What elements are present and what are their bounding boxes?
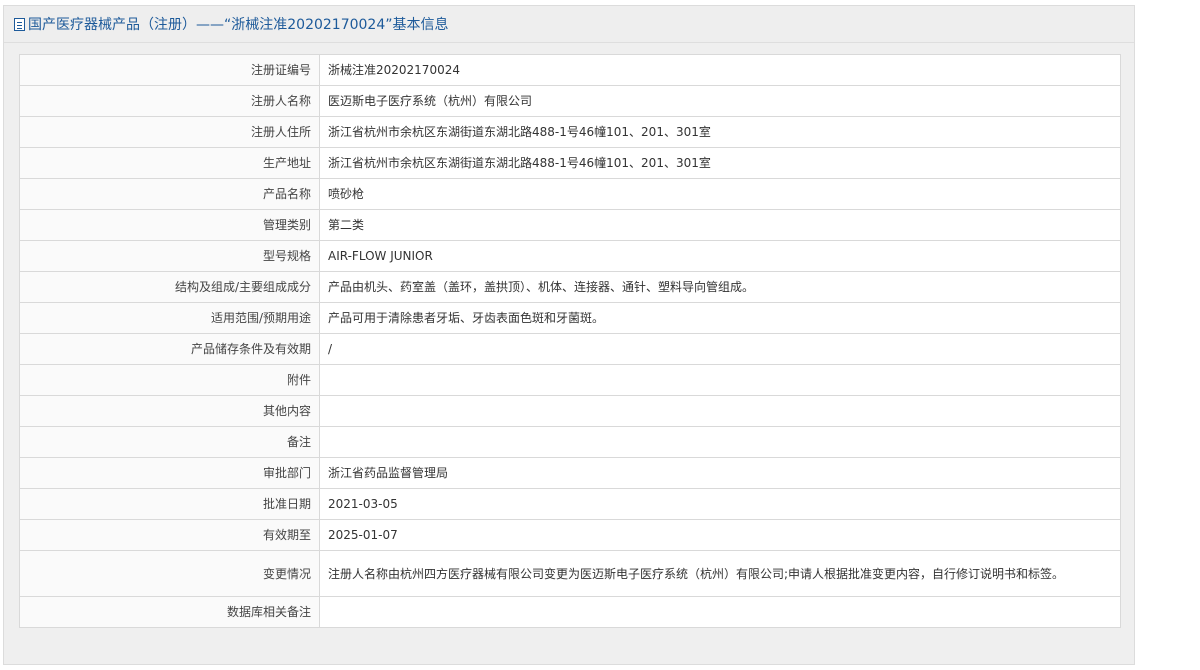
- info-panel: 国产医疗器械产品（注册）——“浙械注准20202170024”基本信息 注册证编…: [3, 5, 1135, 665]
- table-row: 生产地址 浙江省杭州市余杭区东湖街道东湖北路488-1号46幢101、201、30…: [19, 147, 1121, 179]
- row-value: 医迈斯电子医疗系统（杭州）有限公司: [319, 85, 1121, 117]
- table-row: 其他内容: [19, 395, 1121, 427]
- row-value: 浙械注准20202170024: [319, 54, 1121, 86]
- row-value: 浙江省杭州市余杭区东湖街道东湖北路488-1号46幢101、201、301室: [319, 116, 1121, 148]
- row-value: [319, 395, 1121, 427]
- table-row: 数据库相关备注: [19, 596, 1121, 628]
- row-label: 批准日期: [19, 488, 320, 520]
- table-row: 产品储存条件及有效期 /: [19, 333, 1121, 365]
- row-value: /: [319, 333, 1121, 365]
- row-value: AIR-FLOW JUNIOR: [319, 240, 1121, 272]
- row-value: 2025-01-07: [319, 519, 1121, 551]
- row-label: 其他内容: [19, 395, 320, 427]
- row-value: 产品由机头、药室盖（盖环，盖拱顶）、机体、连接器、通针、塑料导向管组成。: [319, 271, 1121, 303]
- row-label: 型号规格: [19, 240, 320, 272]
- row-label: 产品名称: [19, 178, 320, 210]
- row-label: 注册人住所: [19, 116, 320, 148]
- info-table-container: 注册证编号 浙械注准20202170024 注册人名称 医迈斯电子医疗系统（杭州）有…: [19, 54, 1121, 628]
- row-value: 浙江省杭州市余杭区东湖街道东湖北路488-1号46幢101、201、301室: [319, 147, 1121, 179]
- row-value: [319, 364, 1121, 396]
- table-row: 结构及组成/主要组成成分 产品由机头、药室盖（盖环，盖拱顶）、机体、连接器、通针、…: [19, 271, 1121, 303]
- document-icon: [14, 17, 25, 31]
- row-label: 管理类别: [19, 209, 320, 241]
- table-row: 变更情况 注册人名称由杭州四方医疗器械有限公司变更为医迈斯电子医疗系统（杭州）有限…: [19, 550, 1121, 597]
- table-row: 注册证编号 浙械注准20202170024: [19, 54, 1121, 86]
- row-value: 产品可用于清除患者牙垢、牙齿表面色斑和牙菌斑。: [319, 302, 1121, 334]
- row-label: 有效期至: [19, 519, 320, 551]
- table-row: 产品名称 喷砂枪: [19, 178, 1121, 210]
- row-label: 注册人名称: [19, 85, 320, 117]
- row-label: 适用范围/预期用途: [19, 302, 320, 334]
- row-value: 第二类: [319, 209, 1121, 241]
- table-row: 适用范围/预期用途 产品可用于清除患者牙垢、牙齿表面色斑和牙菌斑。: [19, 302, 1121, 334]
- row-value: [319, 426, 1121, 458]
- row-value: 浙江省药品监督管理局: [319, 457, 1121, 489]
- row-label: 结构及组成/主要组成成分: [19, 271, 320, 303]
- table-row: 备注: [19, 426, 1121, 458]
- table-row: 注册人名称 医迈斯电子医疗系统（杭州）有限公司: [19, 85, 1121, 117]
- row-value: [319, 596, 1121, 628]
- row-label: 产品储存条件及有效期: [19, 333, 320, 365]
- panel-header: 国产医疗器械产品（注册）——“浙械注准20202170024”基本信息: [4, 6, 1134, 43]
- row-value: 2021-03-05: [319, 488, 1121, 520]
- table-row: 附件: [19, 364, 1121, 396]
- row-value: 喷砂枪: [319, 178, 1121, 210]
- table-row: 型号规格 AIR-FLOW JUNIOR: [19, 240, 1121, 272]
- row-label: 附件: [19, 364, 320, 396]
- row-value: 注册人名称由杭州四方医疗器械有限公司变更为医迈斯电子医疗系统（杭州）有限公司;申…: [319, 550, 1121, 597]
- table-row: 注册人住所 浙江省杭州市余杭区东湖街道东湖北路488-1号46幢101、201、3…: [19, 116, 1121, 148]
- row-label: 审批部门: [19, 457, 320, 489]
- row-label: 生产地址: [19, 147, 320, 179]
- table-row: 批准日期 2021-03-05: [19, 488, 1121, 520]
- table-row: 管理类别 第二类: [19, 209, 1121, 241]
- table-row: 审批部门 浙江省药品监督管理局: [19, 457, 1121, 489]
- row-label: 变更情况: [19, 550, 320, 597]
- row-label: 备注: [19, 426, 320, 458]
- info-table: 注册证编号 浙械注准20202170024 注册人名称 医迈斯电子医疗系统（杭州）有…: [19, 54, 1121, 628]
- row-label: 注册证编号: [19, 54, 320, 86]
- table-row: 有效期至 2025-01-07: [19, 519, 1121, 551]
- row-label: 数据库相关备注: [19, 596, 320, 628]
- panel-title: 国产医疗器械产品（注册）——“浙械注准20202170024”基本信息: [28, 17, 449, 33]
